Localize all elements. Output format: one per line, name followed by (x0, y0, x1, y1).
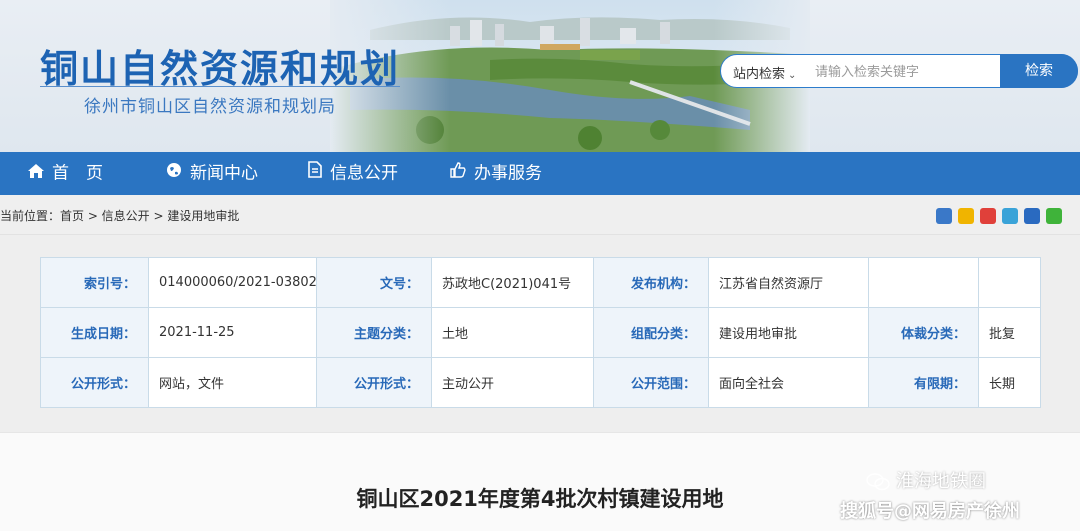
field-label: 公开范围： (593, 357, 709, 408)
search-scope-label: 站内检索 (733, 67, 786, 82)
field-value: 江苏省自然资源厅 (708, 257, 869, 308)
chevron-down-icon: ⌄ (788, 70, 797, 81)
qzone-icon[interactable] (958, 208, 974, 224)
field-label: 体裁分类： (868, 307, 979, 358)
field-value: 面向全社会 (708, 357, 869, 408)
title-divider (40, 86, 400, 87)
field-label: 发布机构： (593, 257, 709, 308)
document-info-table: 索引号： 014000060/2021-03802 文号： 苏政地C(2021)… (40, 257, 1041, 408)
watermark-wechat-account: 淮海地铁圈 (866, 467, 986, 493)
wechat-watermark-icon (866, 473, 890, 491)
nav-item-label: 首 页 (52, 163, 103, 184)
watermark-sohu: 搜狐号@网易房产徐州 (840, 501, 1020, 522)
nav-item-label: 新闻中心 (190, 163, 258, 184)
field-value: 014000060/2021-03802 (148, 257, 317, 308)
watermark-text: 淮海地铁圈 (896, 471, 986, 492)
plus-share-icon[interactable] (936, 208, 952, 224)
site-title: 铜山自然资源和规划 (40, 47, 401, 91)
document-icon (308, 152, 322, 195)
site-subtitle: 徐州市铜山区自然资源和规划局 (84, 97, 336, 117)
page: 铜山自然资源和规划 徐州市铜山区自然资源和规划局 站内检索⌄ 检索 首 页 新闻… (0, 0, 1080, 531)
field-label: 有限期： (868, 357, 979, 408)
field-value: 长期 (978, 357, 1041, 408)
nav-item-home[interactable]: 首 页 (28, 152, 103, 195)
header-banner: 铜山自然资源和规划 徐州市铜山区自然资源和规划局 站内检索⌄ 检索 (0, 0, 1080, 152)
field-value: 土地 (431, 307, 594, 358)
field-value: 建设用地审批 (708, 307, 869, 358)
search-box: 站内检索⌄ 检索 (720, 54, 1078, 88)
breadcrumb-bar: 当前位置：首页 > 信息公开 > 建设用地审批 (0, 195, 1080, 235)
nav-item-info-disclosure[interactable]: 信息公开 (308, 152, 398, 195)
field-label: 文号： (316, 257, 432, 308)
thumbs-up-icon (450, 152, 466, 195)
tencent-weibo-icon[interactable] (1002, 208, 1018, 224)
home-icon (28, 152, 44, 195)
nav-item-label: 办事服务 (474, 163, 542, 184)
field-value: 网站，文件 (148, 357, 317, 408)
share-toolbar (936, 208, 1062, 224)
field-value: 批复 (978, 307, 1041, 358)
field-label: 公开形式： (316, 357, 432, 408)
table-row: 生成日期： 2021-11-25 主题分类： 土地 组配分类： 建设用地审批 体… (40, 307, 1041, 358)
field-label: 组配分类： (593, 307, 709, 358)
field-value: 苏政地C(2021)041号 (431, 257, 594, 308)
breadcrumb[interactable]: 当前位置：首页 > 信息公开 > 建设用地审批 (0, 207, 239, 224)
globe-icon (166, 152, 182, 195)
search-input[interactable] (815, 61, 995, 83)
nav-item-news[interactable]: 新闻中心 (166, 152, 258, 195)
nav-item-services[interactable]: 办事服务 (450, 152, 542, 195)
search-button[interactable]: 检索 (1000, 54, 1078, 88)
field-value: 2021-11-25 (148, 307, 317, 358)
field-value: 主动公开 (431, 357, 594, 408)
field-label: 公开形式： (40, 357, 149, 408)
empty-cell (978, 257, 1041, 308)
wechat-icon[interactable] (1046, 208, 1062, 224)
table-row: 索引号： 014000060/2021-03802 文号： 苏政地C(2021)… (40, 257, 1041, 308)
main-nav: 首 页 新闻中心 信息公开 办事服务 (0, 152, 1080, 195)
weibo-icon[interactable] (980, 208, 996, 224)
table-row: 公开形式： 网站，文件 公开形式： 主动公开 公开范围： 面向全社会 有限期： … (40, 357, 1041, 408)
empty-cell (868, 257, 979, 308)
field-label: 生成日期： (40, 307, 149, 358)
field-label: 索引号： (40, 257, 149, 308)
renren-icon[interactable] (1024, 208, 1040, 224)
field-label: 主题分类： (316, 307, 432, 358)
nav-item-label: 信息公开 (330, 163, 398, 184)
search-scope-select[interactable]: 站内检索 ⌄ (733, 63, 796, 82)
